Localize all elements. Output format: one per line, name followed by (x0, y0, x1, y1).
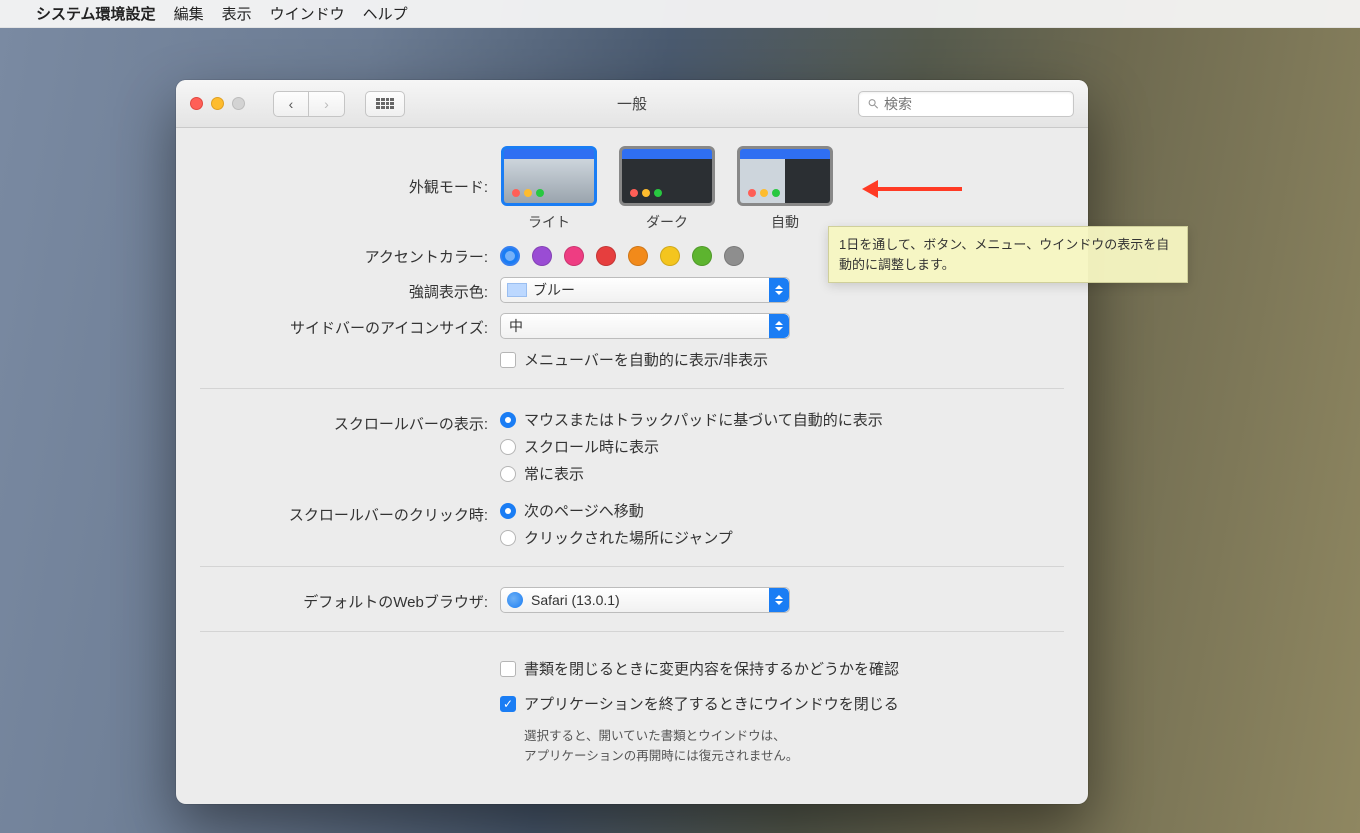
appearance-auto[interactable]: 自動 (736, 146, 834, 232)
ask-keep-changes-label: 書類を閉じるときに変更内容を保持するかどうかを確認 (524, 658, 899, 679)
window-title: 一般 (617, 93, 647, 114)
label-default-browser: デフォルトのWebブラウザ: (200, 587, 500, 613)
updown-icon (769, 278, 789, 302)
sidebar-size-select[interactable]: 中 (500, 313, 790, 339)
highlight-swatch (507, 283, 527, 297)
label-highlight: 強調表示色: (200, 277, 500, 303)
search-icon (867, 97, 880, 111)
close-windows-note: 選択すると、開いていた書類とウインドウは、アプリケーションの再開時には復元されま… (524, 726, 1064, 766)
ask-keep-changes-checkbox[interactable] (500, 661, 516, 677)
highlight-select[interactable]: ブルー (500, 277, 790, 303)
updown-icon (769, 588, 789, 612)
label-accent: アクセントカラー: (200, 242, 500, 267)
menu-window[interactable]: ウインドウ (270, 3, 345, 24)
accent-color-1[interactable] (532, 246, 552, 266)
scroll-click-jump-radio[interactable] (500, 530, 516, 546)
search-field[interactable] (858, 91, 1074, 117)
nav-buttons: ‹ › (273, 91, 345, 117)
divider (200, 388, 1064, 389)
scroll-show-scrolling-radio[interactable] (500, 439, 516, 455)
scroll-click-page-radio[interactable] (500, 503, 516, 519)
scroll-show-always-radio[interactable] (500, 466, 516, 482)
zoom-icon (232, 97, 245, 110)
close-windows-checkbox[interactable] (500, 696, 516, 712)
menu-edit[interactable]: 編集 (174, 3, 204, 24)
menu-view[interactable]: 表示 (222, 3, 252, 24)
label-scroll-click: スクロールバーのクリック時: (200, 500, 500, 548)
menubar-autohide-label: メニューバーを自動的に表示/非表示 (524, 349, 768, 370)
highlight-value: ブルー (533, 280, 575, 300)
divider (200, 631, 1064, 632)
divider (200, 566, 1064, 567)
close-windows-label: アプリケーションを終了するときにウインドウを閉じる (524, 693, 899, 714)
label-appearance: 外観モード: (200, 146, 500, 197)
traffic-lights (190, 97, 245, 110)
safari-icon (507, 592, 523, 608)
search-input[interactable] (884, 96, 1065, 112)
minimize-icon[interactable] (211, 97, 224, 110)
sidebar-size-value: 中 (509, 316, 523, 336)
close-icon[interactable] (190, 97, 203, 110)
scroll-show-auto-radio[interactable] (500, 412, 516, 428)
label-scroll-show: スクロールバーの表示: (200, 409, 500, 484)
menubar: システム環境設定 編集 表示 ウインドウ ヘルプ (0, 0, 1360, 28)
auto-tooltip: 1日を通して、ボタン、メニュー、ウインドウの表示を自動的に調整します。 (828, 226, 1188, 283)
accent-color-5[interactable] (660, 246, 680, 266)
accent-color-7[interactable] (724, 246, 744, 266)
browser-value: Safari (13.0.1) (531, 592, 620, 608)
accent-color-0[interactable] (500, 246, 520, 266)
prefs-window: ‹ › 一般 外観モード: ライト ダーク (176, 80, 1088, 804)
back-button[interactable]: ‹ (273, 91, 309, 117)
app-name[interactable]: システム環境設定 (36, 3, 156, 24)
appearance-dark[interactable]: ダーク (618, 146, 716, 232)
forward-button: › (309, 91, 345, 117)
menubar-autohide-checkbox[interactable] (500, 352, 516, 368)
accent-color-4[interactable] (628, 246, 648, 266)
label-sidebar-icon: サイドバーのアイコンサイズ: (200, 313, 500, 370)
updown-icon (769, 314, 789, 338)
accent-color-2[interactable] (564, 246, 584, 266)
browser-select[interactable]: Safari (13.0.1) (500, 587, 790, 613)
show-all-button[interactable] (365, 91, 405, 117)
appearance-light[interactable]: ライト (500, 146, 598, 232)
accent-color-6[interactable] (692, 246, 712, 266)
titlebar: ‹ › 一般 (176, 80, 1088, 128)
accent-color-3[interactable] (596, 246, 616, 266)
menu-help[interactable]: ヘルプ (363, 3, 408, 24)
